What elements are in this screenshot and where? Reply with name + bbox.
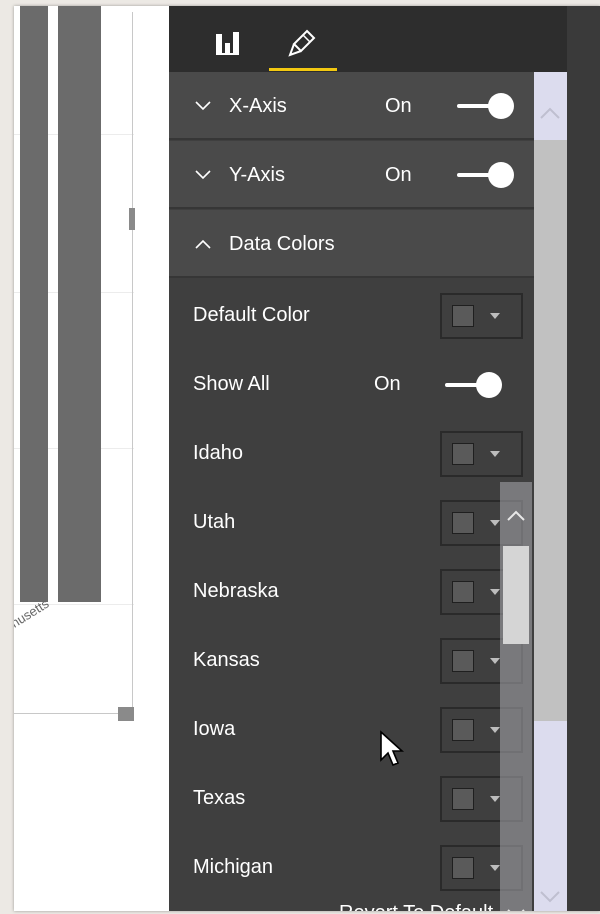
caret-down-icon <box>490 313 500 319</box>
resize-handle-corner[interactable] <box>118 707 134 721</box>
row-label: Texas <box>193 787 246 809</box>
chart-bar[interactable] <box>20 6 48 602</box>
visual-border <box>132 12 133 714</box>
section-x-axis[interactable]: X-Axis On <box>169 72 534 140</box>
color-swatch <box>452 581 474 603</box>
paint-roller-icon <box>288 29 316 57</box>
caret-down-icon <box>490 520 500 526</box>
caret-down-icon <box>490 727 500 733</box>
chevron-down-icon <box>195 72 211 140</box>
scroll-down-arrow-icon[interactable] <box>538 890 562 904</box>
color-picker[interactable] <box>440 431 523 477</box>
toggle-state-label: On <box>385 95 412 117</box>
state-color-row: Texas <box>169 764 534 833</box>
caret-down-icon <box>490 796 500 802</box>
state-color-row: Idaho <box>169 419 534 488</box>
visualizations-pane: X-Axis On Y-Axis On Data Colors Default … <box>169 6 567 911</box>
color-swatch <box>452 719 474 741</box>
row-label: Default Color <box>193 304 310 326</box>
color-picker[interactable] <box>440 293 523 339</box>
row-label: Show All <box>193 373 270 395</box>
tab-fields[interactable] <box>195 14 261 72</box>
color-swatch <box>452 788 474 810</box>
default-color-row: Default Color <box>169 281 534 350</box>
section-title: Y-Axis <box>229 164 285 186</box>
chart-bar[interactable] <box>58 6 101 602</box>
state-color-row: Utah <box>169 488 534 557</box>
resize-handle[interactable] <box>129 208 135 230</box>
caret-down-icon <box>490 865 500 871</box>
state-color-row: Kansas <box>169 626 534 695</box>
section-y-axis[interactable]: Y-Axis On <box>169 141 534 209</box>
pane-tab-bar <box>169 6 567 72</box>
inner-scrollbar[interactable] <box>500 482 532 911</box>
row-label: Iowa <box>193 718 236 740</box>
color-swatch <box>452 443 474 465</box>
scroll-down-arrow-icon[interactable] <box>506 908 526 911</box>
caret-down-icon <box>490 589 500 595</box>
mouse-pointer-icon <box>380 730 405 767</box>
color-swatch <box>452 650 474 672</box>
chevron-down-icon <box>195 141 211 209</box>
visual-border <box>14 713 132 714</box>
caret-down-icon <box>490 451 500 457</box>
x-axis-toggle[interactable] <box>457 91 515 121</box>
row-label: Michigan <box>193 856 274 878</box>
color-swatch <box>452 512 474 534</box>
row-label: Kansas <box>193 649 260 671</box>
section-data-colors[interactable]: Data Colors <box>169 210 534 278</box>
section-title: Data Colors <box>229 233 335 255</box>
y-axis-toggle[interactable] <box>457 160 515 190</box>
color-swatch <box>452 305 474 327</box>
revert-to-default-link[interactable]: Revert To Default <box>339 902 493 911</box>
row-label: Utah <box>193 511 236 533</box>
right-panel-edge <box>567 6 600 911</box>
state-color-row: Michigan <box>169 833 534 902</box>
color-swatch <box>452 857 474 879</box>
state-color-row: Nebraska <box>169 557 534 626</box>
scrollbar-thumb[interactable] <box>503 546 529 644</box>
active-tab-indicator <box>269 68 337 71</box>
report-canvas[interactable]: husetts <box>14 6 169 911</box>
caret-down-icon <box>490 658 500 664</box>
state-color-row: Iowa <box>169 695 534 764</box>
format-options-list: X-Axis On Y-Axis On Data Colors Default … <box>169 72 534 911</box>
scroll-up-arrow-icon[interactable] <box>538 106 562 120</box>
chevron-up-icon <box>195 210 211 278</box>
section-title: X-Axis <box>229 95 287 117</box>
toggle-state-label: On <box>385 164 412 186</box>
toggle-state-label: On <box>374 373 401 395</box>
show-all-toggle[interactable] <box>445 370 503 400</box>
row-label: Nebraska <box>193 580 279 602</box>
tab-format[interactable] <box>269 14 335 72</box>
scrollbar-thumb[interactable] <box>534 140 567 721</box>
scroll-up-arrow-icon[interactable] <box>506 510 526 522</box>
show-all-row: Show All On <box>169 350 534 419</box>
app-frame: husetts X-Axis On Y-Axis On Data Colors … <box>14 6 600 911</box>
row-label: Idaho <box>193 442 244 464</box>
pane-scrollbar[interactable] <box>534 72 567 911</box>
bar-chart-icon <box>216 32 239 55</box>
